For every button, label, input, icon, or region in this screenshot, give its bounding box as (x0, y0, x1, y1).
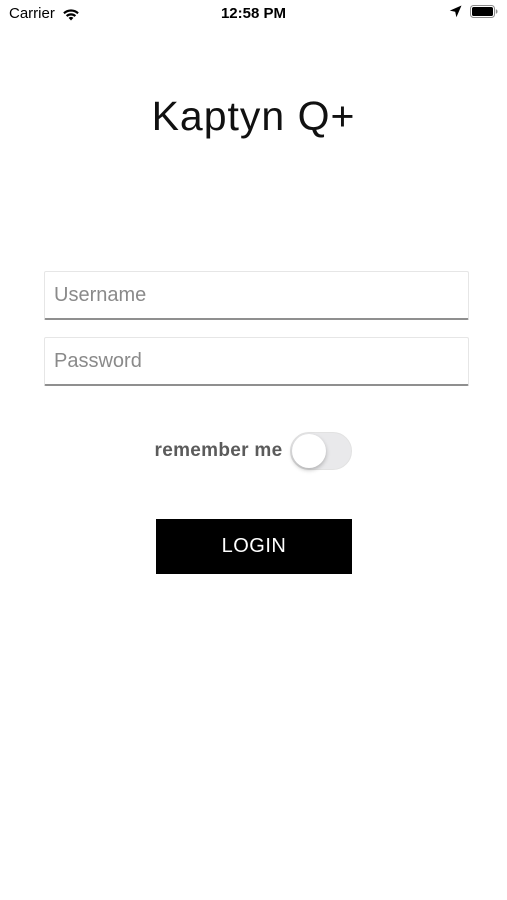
app-title: Kaptyn Q+ (151, 93, 356, 139)
toggle-knob (292, 434, 327, 468)
battery-icon (470, 5, 498, 18)
remember-me-toggle[interactable] (290, 432, 353, 470)
status-time: 12:58 PM (220, 5, 287, 22)
password-input[interactable] (44, 337, 469, 386)
username-input[interactable] (44, 271, 469, 320)
remember-me-label: remember me (154, 440, 283, 461)
status-right-icons (449, 5, 498, 18)
login-button[interactable]: LOGIN (156, 519, 352, 574)
remember-me-row: remember me (0, 431, 507, 471)
status-bar: Carrier 12:58 PM (0, 0, 507, 28)
location-arrow-icon (449, 5, 462, 18)
